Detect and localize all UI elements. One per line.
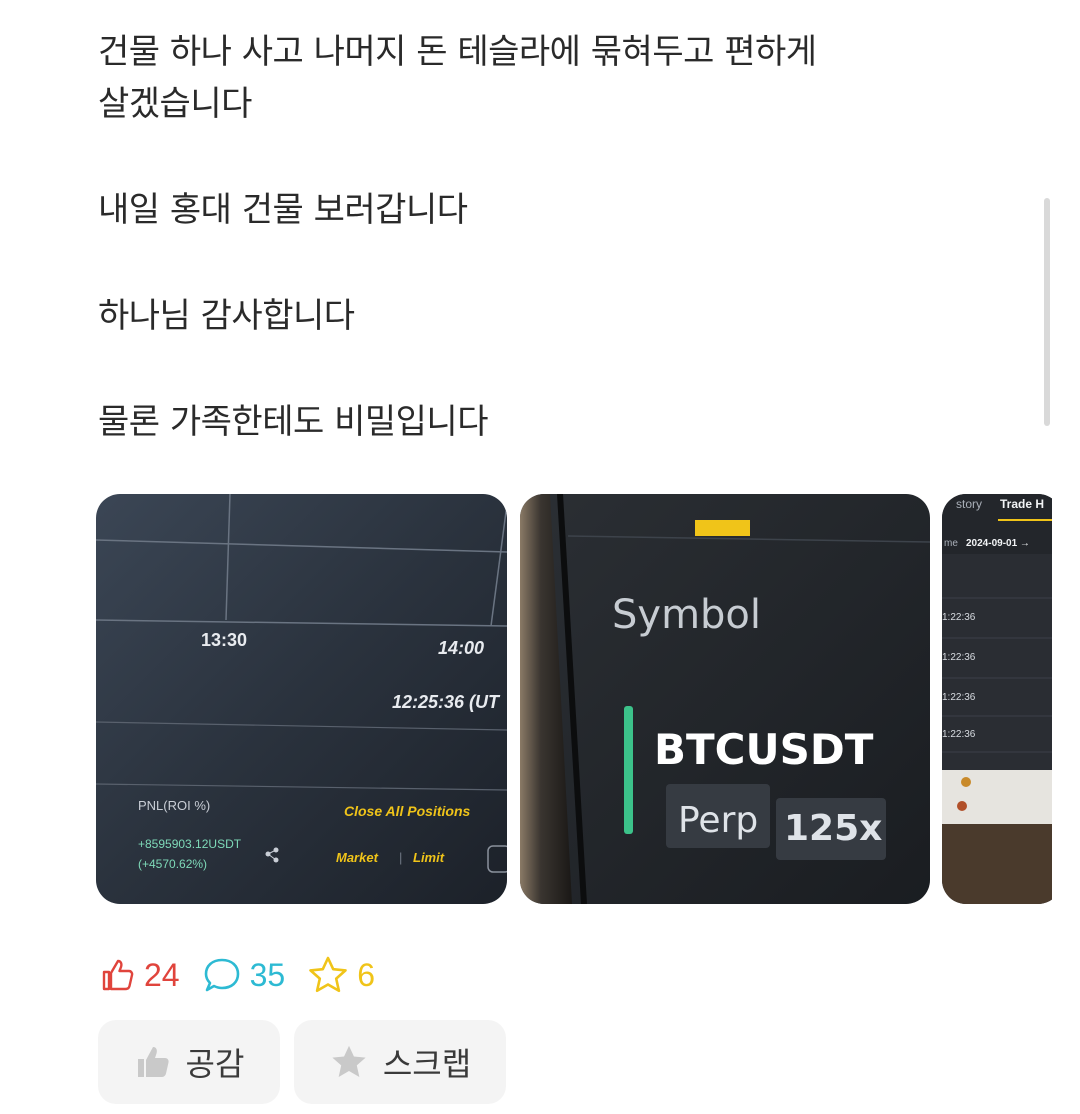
like-button-label: 공감	[185, 1045, 245, 1083]
chart-time-left: 13:30	[201, 630, 247, 650]
image-gallery[interactable]: 13:30 14:00 12:25:36 (UT PNL(ROI %) Clos…	[96, 494, 1052, 906]
action-buttons: 공감 스크랩	[98, 1020, 506, 1104]
reaction-bar: 24 35 6	[98, 950, 397, 1000]
trade-row-time: 1:22:36	[942, 612, 976, 623]
chart-time-right: 14:00	[438, 638, 484, 658]
sticker-icon	[961, 777, 971, 787]
post-paragraph: 건물 하나 사고 나머지 돈 테슬라에 묶혀두고 편하게 살겠습니다	[98, 32, 817, 124]
sticker-icon	[957, 801, 967, 811]
scrap-reaction[interactable]: 6	[307, 955, 375, 995]
scrap-button[interactable]: 스크랩	[294, 1020, 506, 1104]
thumbs-up-filled-icon	[137, 1047, 169, 1077]
symbol-header: Symbol	[612, 592, 761, 638]
roi-value: (+4570.62%)	[138, 857, 207, 871]
scrap-count: 6	[357, 956, 375, 993]
like-count: 24	[144, 956, 180, 993]
photo-symbol-closeup[interactable]: Symbol BTCUSDT Perp 125x	[520, 494, 930, 904]
scrap-button-label: 스크랩	[382, 1045, 472, 1083]
comment-bubble-icon	[204, 958, 239, 992]
scrollbar[interactable]	[1044, 198, 1050, 426]
trade-row-time: 1:22:36	[942, 652, 976, 663]
close-all-positions-button[interactable]: Close All Positions	[344, 803, 470, 819]
limit-tab[interactable]: Limit	[413, 850, 445, 865]
market-tab[interactable]: Market	[336, 850, 379, 865]
pnl-label: PNL(ROI %)	[138, 798, 210, 813]
like-button[interactable]: 공감	[98, 1020, 280, 1104]
post-paragraph: 물론 가족한테도 비밀입니다	[98, 402, 488, 442]
tab-trade-history[interactable]: Trade H	[1000, 497, 1044, 511]
date-range[interactable]: 2024-09-01 →	[966, 538, 1030, 549]
leverage-badge: 125x	[784, 808, 882, 849]
star-icon	[309, 956, 347, 993]
post-body: 건물 하나 사고 나머지 돈 테슬라에 묶혀두고 편하게 살겠습니다 내일 홍대…	[98, 26, 958, 502]
date-label: me	[944, 538, 958, 549]
trade-row-time: 1:22:36	[942, 692, 976, 703]
tab-history[interactable]: story	[956, 497, 982, 511]
comment-reaction[interactable]: 35	[202, 956, 286, 994]
contract-type-badge: Perp	[678, 800, 758, 841]
tab-divider: |	[399, 850, 402, 865]
photo-trade-history[interactable]: story Trade H me 2024-09-01 → 1:22:36 1:…	[942, 494, 1052, 904]
green-bar-icon	[624, 706, 633, 834]
yellow-indicator-icon	[695, 520, 750, 536]
chart-timestamp: 12:25:36 (UT	[392, 692, 501, 712]
post-paragraph: 내일 홍대 건물 보러갑니다	[98, 190, 468, 230]
trade-row-time: 1:22:36	[942, 729, 976, 740]
photo-pnl-screen[interactable]: 13:30 14:00 12:25:36 (UT PNL(ROI %) Clos…	[96, 494, 507, 904]
post-paragraph: 하나님 감사합니다	[98, 296, 355, 336]
pair-symbol: BTCUSDT	[654, 725, 874, 774]
pnl-value: +8595903.12USDT	[138, 837, 242, 851]
comment-count: 35	[249, 956, 286, 993]
thumbs-up-icon	[102, 959, 134, 991]
like-reaction[interactable]: 24	[98, 956, 180, 994]
star-filled-icon	[332, 1045, 366, 1078]
